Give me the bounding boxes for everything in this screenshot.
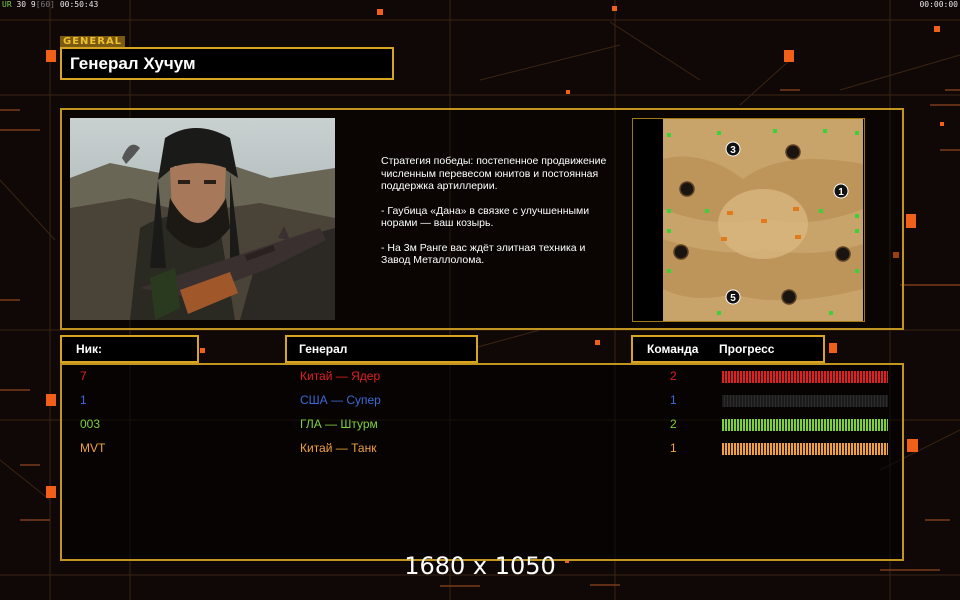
column-header-team-progress: Команда Прогресс bbox=[631, 335, 825, 363]
player-team: 2 bbox=[670, 369, 677, 383]
player-list: 7 Китай — Ядер 2 1 США — Супер 1 003 ГЛА — Штур… bbox=[60, 363, 904, 561]
progress-header-label: Прогресс bbox=[719, 342, 775, 356]
player-progress-fill bbox=[722, 371, 888, 383]
player-progress-fill bbox=[722, 419, 888, 431]
start-position-3: 3 bbox=[730, 145, 736, 156]
player-nick: 003 bbox=[80, 417, 101, 431]
general-title-box: Генерал Хучум bbox=[60, 47, 394, 80]
strategy-bullet-1: - Гаубица «Дана» в связке с улучшенными … bbox=[381, 204, 590, 230]
player-nick: 7 bbox=[80, 369, 87, 383]
resolution-label: 1680 x 1050 bbox=[404, 552, 556, 580]
column-header-general: Генерал bbox=[285, 335, 478, 363]
player-row[interactable]: MVT Китай — Танк 1 bbox=[62, 439, 902, 459]
player-team: 2 bbox=[670, 417, 677, 431]
minimap: 3 1 5 bbox=[632, 118, 865, 322]
player-nick: MVT bbox=[80, 441, 106, 455]
general-header-label: Генерал bbox=[299, 342, 348, 356]
nick-header-label: Ник: bbox=[76, 342, 103, 356]
strategy-text: Стратегия победы: постепенное продвижени… bbox=[381, 155, 607, 192]
player-general: ГЛА — Штурм bbox=[300, 417, 378, 431]
general-name: Генерал Хучум bbox=[70, 54, 196, 73]
player-row[interactable]: 7 Китай — Ядер 2 bbox=[62, 367, 902, 387]
player-progress-bar bbox=[722, 443, 888, 455]
player-team: 1 bbox=[670, 393, 677, 407]
player-progress-bar bbox=[722, 419, 888, 431]
player-general: Китай — Танк bbox=[300, 441, 377, 455]
start-position-5: 5 bbox=[730, 293, 736, 304]
player-progress-fill bbox=[722, 443, 888, 455]
start-position-1: 1 bbox=[838, 187, 844, 198]
team-header-label: Команда bbox=[647, 342, 699, 356]
player-general: Китай — Ядер bbox=[300, 369, 381, 383]
hud-stats: UR 30 9[60] 00:50:43 bbox=[2, 0, 98, 10]
player-progress-bar bbox=[722, 395, 888, 407]
player-progress-bar bbox=[722, 371, 888, 383]
hud-fps: [60] bbox=[35, 0, 55, 9]
player-team: 1 bbox=[670, 441, 677, 455]
player-nick: 1 bbox=[80, 393, 87, 407]
player-row[interactable]: 1 США — Супер 1 bbox=[62, 391, 902, 411]
player-general: США — Супер bbox=[300, 393, 381, 407]
hud-elapsed-time: 00:50:43 bbox=[59, 0, 99, 9]
strategy-description: Стратегия победы: постепенное продвижени… bbox=[381, 155, 611, 279]
hud-counter: 30 9 bbox=[16, 0, 36, 9]
column-header-nick: Ник: bbox=[60, 335, 199, 363]
strategy-bullet-2: - На 3м Ранге вас ждёт элитная техника и… bbox=[381, 241, 586, 267]
general-portrait bbox=[70, 118, 335, 320]
player-row[interactable]: 003 ГЛА — Штурм 2 bbox=[62, 415, 902, 435]
hud-ur-label: UR bbox=[2, 0, 12, 9]
hud-timer: 00:00:00 bbox=[919, 0, 958, 9]
